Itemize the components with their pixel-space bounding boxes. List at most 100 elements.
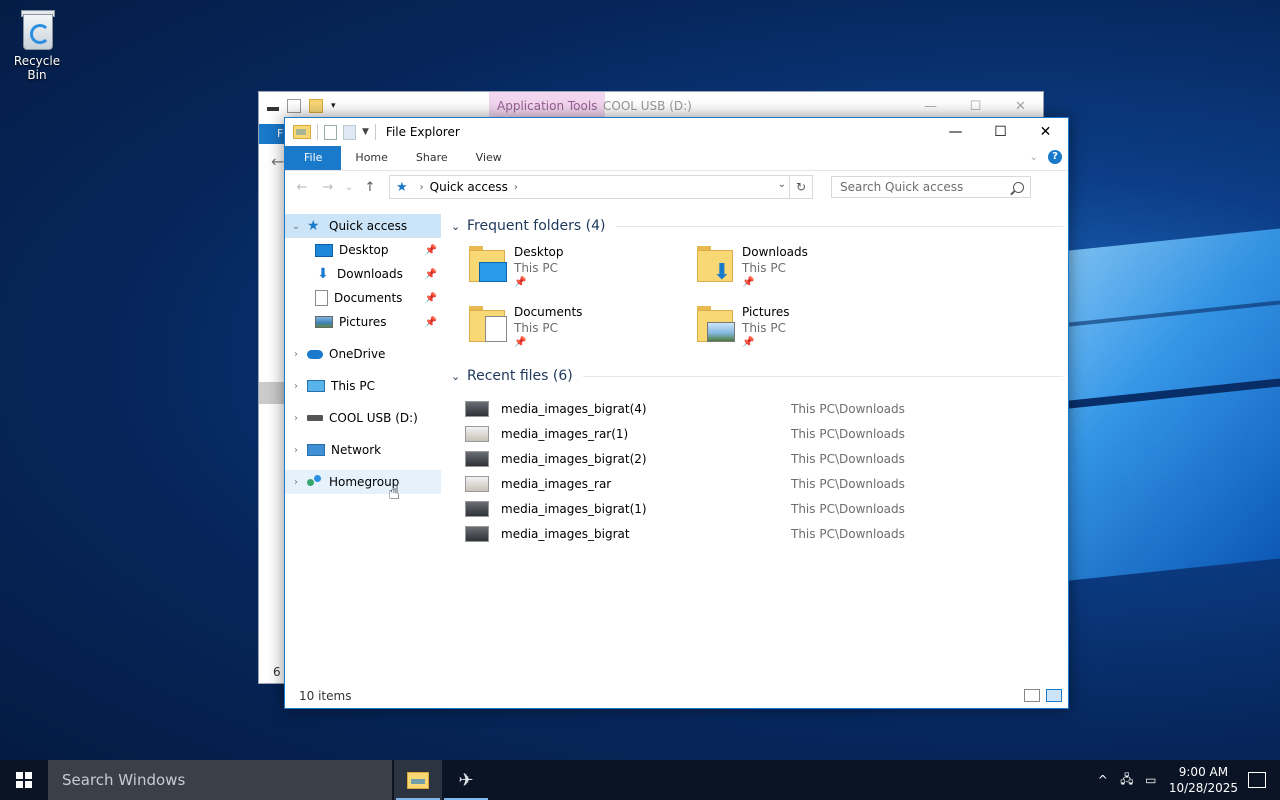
volume-icon[interactable]: ▭ xyxy=(1139,773,1163,787)
action-center-icon[interactable] xyxy=(1248,772,1266,788)
taskbar-search-input[interactable] xyxy=(60,770,384,790)
refresh-button[interactable]: ↻ xyxy=(789,176,812,198)
details-view-icon[interactable] xyxy=(1024,689,1040,702)
folder-tile-desktop[interactable]: Desktop This PC 📌 xyxy=(469,244,697,290)
sidebar-item-this-pc[interactable]: › This PC xyxy=(285,374,441,398)
expand-ribbon-chevron-icon[interactable]: ⌄ xyxy=(1030,152,1038,163)
file-name: media_images_bigrat(4) xyxy=(501,401,647,416)
chevron-down-icon[interactable]: ⌄ xyxy=(451,220,465,233)
quick-access-toolbar: ▼ xyxy=(293,124,376,140)
sidebar-item-network[interactable]: › Network xyxy=(285,438,441,462)
folder-location: This PC xyxy=(742,321,786,335)
list-item[interactable]: media_images_bigrat(2) This PC\Downloads xyxy=(465,446,1063,471)
list-item[interactable]: media_images_bigrat This PC\Downloads xyxy=(465,521,1063,546)
folder-location: This PC xyxy=(514,321,558,335)
chevron-down-icon[interactable]: ⌄ xyxy=(289,221,303,232)
sidebar-item-onedrive[interactable]: › OneDrive xyxy=(285,342,441,366)
tab-home[interactable]: Home xyxy=(341,146,401,170)
group-title: Recent files (6) xyxy=(467,368,573,384)
back-maximize-button[interactable]: ☐ xyxy=(953,92,998,120)
chevron-down-icon[interactable]: ⌄ xyxy=(451,370,465,383)
back-button[interactable]: ← xyxy=(291,180,313,195)
tab-share[interactable]: Share xyxy=(402,146,462,170)
list-item[interactable]: media_images_bigrat(1) This PC\Downloads xyxy=(465,496,1063,521)
frequent-folders-grid: Desktop This PC 📌 ⬇ Downloads This PC 📌 … xyxy=(451,238,1063,350)
chevron-right-icon[interactable]: › xyxy=(289,381,303,392)
taskbar: ✈ ^ 🖧 ▭ 9:00 AM 10/28/2025 xyxy=(0,760,1280,800)
sidebar-item-desktop[interactable]: Desktop 📌 xyxy=(285,238,441,262)
new-folder-icon[interactable] xyxy=(309,99,323,113)
network-status-icon[interactable]: 🖧 xyxy=(1115,770,1139,791)
recent-files-header[interactable]: ⌄ Recent files (6) xyxy=(451,364,1063,388)
file-name: media_images_bigrat xyxy=(501,526,630,541)
properties-icon[interactable] xyxy=(287,99,301,113)
sidebar-item-cool-usb[interactable]: › COOL USB (D:) xyxy=(285,406,441,430)
address-bar[interactable]: ★ › Quick access › ⌄ ↻ xyxy=(389,175,813,199)
frequent-folders-header[interactable]: ⌄ Frequent folders (4) xyxy=(451,214,1063,238)
ribbon-right-controls: ⌄ ? xyxy=(1030,150,1062,164)
address-dropdown-icon[interactable]: ⌄ xyxy=(778,179,786,190)
chevron-right-icon[interactable]: › xyxy=(289,445,303,456)
up-button[interactable]: ↑ xyxy=(359,180,381,195)
minimize-button[interactable]: — xyxy=(933,118,978,146)
folder-tile-downloads[interactable]: ⬇ Downloads This PC 📌 xyxy=(697,244,925,290)
breadcrumb-quick-access[interactable]: Quick access xyxy=(430,180,508,194)
customize-toolbar-icon[interactable]: ▼ xyxy=(362,127,369,137)
sidebar-item-label: Documents xyxy=(334,291,403,305)
search-input[interactable] xyxy=(838,179,1002,195)
sidebar-item-label: OneDrive xyxy=(329,347,386,361)
search-icon[interactable] xyxy=(1013,181,1024,193)
sidebar-item-quick-access[interactable]: ⌄ ★ Quick access xyxy=(285,214,441,238)
list-item[interactable]: media_images_bigrat(4) This PC\Downloads xyxy=(465,396,1063,421)
forward-button[interactable]: → xyxy=(317,180,339,195)
taskbar-file-explorer-button[interactable] xyxy=(394,760,442,800)
breadcrumb-separator-icon[interactable]: › xyxy=(514,182,518,193)
sidebar-item-downloads[interactable]: ⬇ Downloads 📌 xyxy=(285,262,441,286)
properties-icon[interactable] xyxy=(324,124,337,140)
file-name: media_images_bigrat(1) xyxy=(501,501,647,516)
chevron-right-icon[interactable]: › xyxy=(289,477,303,488)
star-icon: ★ xyxy=(307,218,320,234)
show-hidden-icons-chevron-icon[interactable]: ^ xyxy=(1091,773,1115,787)
folder-tile-pictures[interactable]: Pictures This PC 📌 xyxy=(697,304,925,350)
sidebar-item-documents[interactable]: Documents 📌 xyxy=(285,286,441,310)
pin-icon: 📌 xyxy=(424,316,437,328)
chevron-right-icon[interactable]: › xyxy=(289,413,303,424)
tab-file[interactable]: File xyxy=(285,146,342,170)
customize-toolbar-icon[interactable]: ▾ xyxy=(331,101,336,111)
close-button[interactable]: ✕ xyxy=(1023,118,1068,146)
system-tray: ^ 🖧 ▭ 9:00 AM 10/28/2025 xyxy=(1091,760,1280,800)
back-minimize-button[interactable]: — xyxy=(908,92,953,120)
clock[interactable]: 9:00 AM 10/28/2025 xyxy=(1169,764,1238,796)
maximize-button[interactable]: ☐ xyxy=(978,118,1023,146)
sidebar-item-homegroup[interactable]: › Homegroup xyxy=(285,470,441,494)
recent-locations-button[interactable]: ⌄ xyxy=(343,182,355,193)
back-nav-arrow-icon[interactable]: ← xyxy=(271,152,284,171)
application-tools-context-tab[interactable]: Application Tools xyxy=(489,92,606,120)
desktop-icon-recycle-bin[interactable]: Recycle Bin xyxy=(4,8,70,82)
folder-name: Documents xyxy=(514,305,583,319)
sidebar-item-label: Downloads xyxy=(337,267,403,281)
ribbon-tabs: File Home Share View ⌄ ? xyxy=(285,146,1068,171)
large-icons-view-icon[interactable] xyxy=(1046,689,1062,702)
chevron-right-icon[interactable]: › xyxy=(289,349,303,360)
file-explorer-window[interactable]: ▼ File Explorer — ☐ ✕ File Home Share Vi… xyxy=(284,117,1069,709)
back-selected-nav-item[interactable] xyxy=(259,382,285,404)
navigation-pane: ⌄ ★ Quick access Desktop 📌 ⬇ Downloads 📌… xyxy=(285,214,441,684)
list-item[interactable]: media_images_rar This PC\Downloads xyxy=(465,471,1063,496)
new-folder-icon[interactable] xyxy=(343,124,356,140)
image-thumbnail-icon xyxy=(465,525,489,542)
help-icon[interactable]: ? xyxy=(1048,150,1062,164)
start-button[interactable] xyxy=(0,760,48,800)
pin-icon: 📌 xyxy=(424,268,437,280)
taskbar-search-box xyxy=(48,760,392,800)
taskbar-app-button[interactable]: ✈ xyxy=(442,760,490,800)
list-item[interactable]: media_images_rar(1) This PC\Downloads xyxy=(465,421,1063,446)
image-thumbnail-icon xyxy=(465,500,489,517)
sidebar-item-label: Network xyxy=(331,443,382,457)
folder-tile-documents[interactable]: Documents This PC 📌 xyxy=(469,304,697,350)
back-close-button[interactable]: ✕ xyxy=(998,92,1043,120)
sidebar-item-pictures[interactable]: Pictures 📌 xyxy=(285,310,441,334)
breadcrumb-separator-icon[interactable]: › xyxy=(420,182,424,193)
tab-view[interactable]: View xyxy=(462,146,516,170)
